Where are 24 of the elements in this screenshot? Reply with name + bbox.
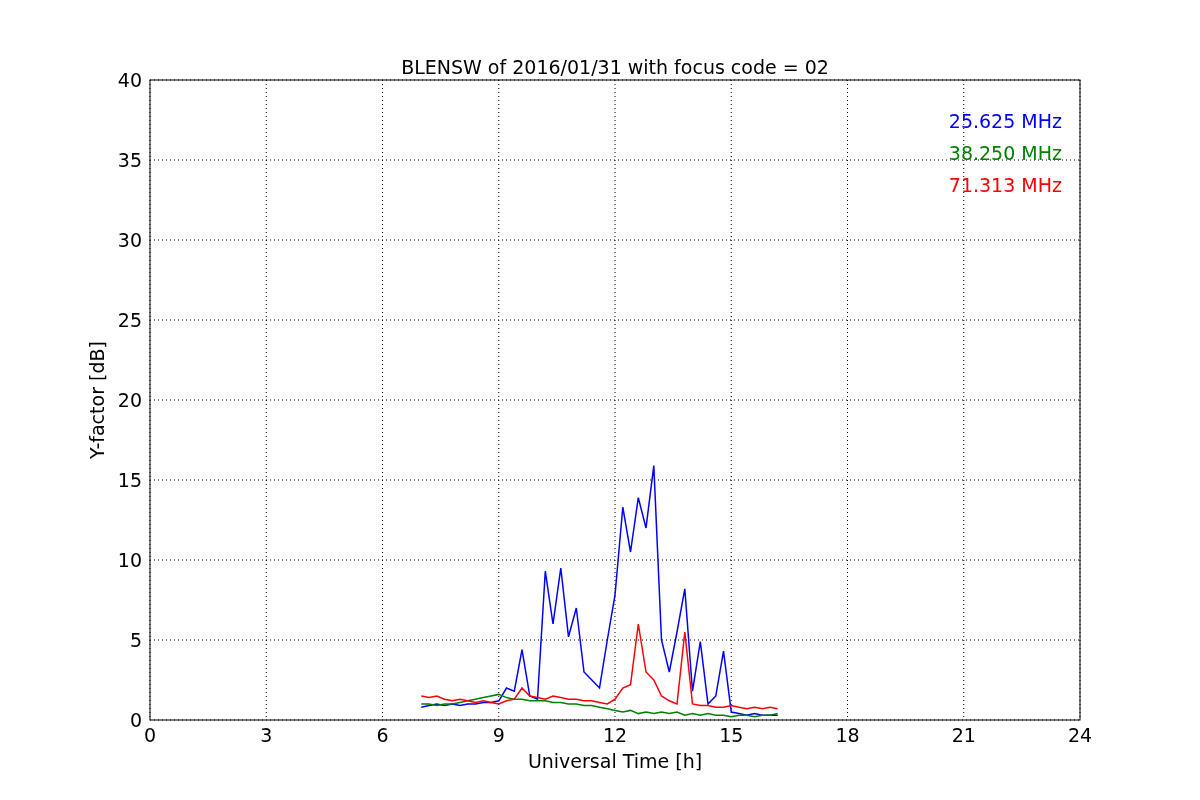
y-tick-label: 15 xyxy=(117,469,142,491)
x-tick-label: 9 xyxy=(492,724,505,746)
x-tick-label: 6 xyxy=(376,724,389,746)
x-axis-label: Universal Time [h] xyxy=(527,750,703,772)
x-tick-label: 15 xyxy=(719,724,744,746)
y-tick-label: 5 xyxy=(129,629,142,651)
y-tick-label: 25 xyxy=(117,309,142,331)
y-tick-label: 20 xyxy=(117,389,142,411)
y-tick-label: 30 xyxy=(117,229,142,251)
x-tick-label: 18 xyxy=(835,724,860,746)
chart-title: BLENSW of 2016/01/31 with focus code = 02 xyxy=(401,56,829,78)
x-tick-label: 21 xyxy=(951,724,976,746)
legend-label: 71.313 MHz xyxy=(948,174,1062,196)
y-tick-label: 0 xyxy=(129,709,142,731)
legend-label: 38.250 MHz xyxy=(948,142,1062,164)
legend-label: 25.625 MHz xyxy=(948,110,1062,132)
y-tick-label: 35 xyxy=(117,149,142,171)
x-tick-label: 12 xyxy=(602,724,628,746)
x-tick-label: 3 xyxy=(260,724,273,746)
x-tick-label: 24 xyxy=(1067,724,1093,746)
y-tick-label: 40 xyxy=(117,69,142,91)
y-axis-label: Y-factor [dB] xyxy=(86,341,108,459)
y-tick-label: 10 xyxy=(117,549,142,571)
x-tick-label: 0 xyxy=(143,724,157,746)
